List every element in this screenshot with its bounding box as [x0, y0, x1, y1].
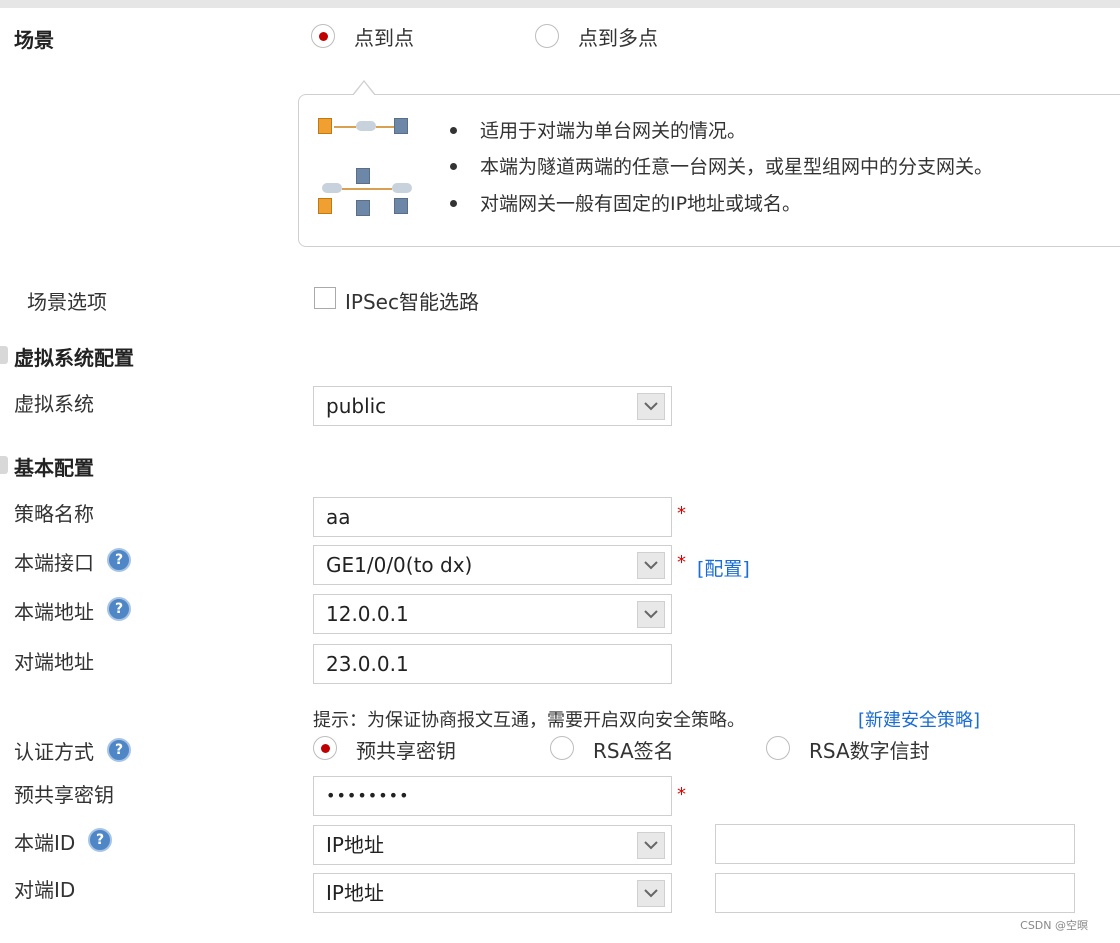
- radio-point-to-multipoint[interactable]: [535, 24, 559, 48]
- radio-rsa-signature[interactable]: [550, 736, 574, 760]
- bullet-dot: [450, 127, 457, 134]
- help-icon[interactable]: ?: [107, 738, 131, 762]
- vsys-select[interactable]: public: [313, 386, 672, 426]
- section-collapse-icon[interactable]: [0, 346, 8, 364]
- watermark: CSDN @空暝: [1020, 919, 1088, 932]
- section-collapse-icon[interactable]: [0, 456, 8, 474]
- local-interface-value: GE1/0/0(to dx): [326, 553, 473, 577]
- chevron-down-icon[interactable]: [637, 880, 665, 907]
- scene-label: 场景: [14, 28, 54, 52]
- local-id-type-select[interactable]: IP地址: [313, 825, 672, 865]
- required-mark: *: [677, 503, 686, 524]
- local-address-value: 12.0.0.1: [326, 602, 409, 626]
- ipsec-smart-route-checkbox[interactable]: [314, 287, 336, 309]
- local-interface-select[interactable]: GE1/0/0(to dx): [313, 545, 672, 585]
- required-mark: *: [677, 784, 686, 805]
- top-bar: [0, 0, 1120, 8]
- peer-address-input[interactable]: 23.0.0.1: [313, 644, 672, 684]
- peer-id-type-select[interactable]: IP地址: [313, 873, 672, 913]
- radio-point-to-point-label[interactable]: 点到点: [354, 22, 414, 51]
- radio-rsa-envelope-label[interactable]: RSA数字信封: [809, 735, 930, 764]
- peer-id-input[interactable]: [715, 873, 1075, 913]
- basic-section-title: 基本配置: [14, 456, 94, 480]
- chevron-down-icon[interactable]: [637, 601, 665, 628]
- config-link[interactable]: [配置]: [697, 554, 750, 581]
- local-address-select[interactable]: 12.0.0.1: [313, 594, 672, 634]
- chevron-down-icon[interactable]: [637, 393, 665, 420]
- radio-rsa-signature-label[interactable]: RSA签名: [593, 735, 674, 764]
- info-bullet-2: 本端为隧道两端的任意一台网关，或星型组网中的分支网关。: [480, 156, 994, 178]
- radio-point-to-multipoint-label[interactable]: 点到多点: [578, 22, 658, 51]
- help-icon[interactable]: ?: [107, 597, 131, 621]
- local-id-input[interactable]: [715, 824, 1075, 864]
- required-mark: *: [677, 552, 686, 573]
- peer-id-type-value: IP地址: [326, 881, 384, 905]
- policy-name-label: 策略名称: [14, 502, 94, 526]
- local-interface-label: 本端接口: [14, 551, 94, 575]
- psk-label: 预共享密钥: [14, 783, 114, 807]
- policy-name-value: aa: [326, 505, 351, 529]
- ipsec-smart-route-label[interactable]: IPSec智能选路: [345, 286, 479, 315]
- bullet-dot: [450, 200, 457, 207]
- help-icon[interactable]: ?: [88, 828, 112, 852]
- chevron-down-icon[interactable]: [637, 552, 665, 579]
- new-security-policy-link[interactable]: [新建安全策略]: [858, 706, 980, 732]
- radio-psk-label[interactable]: 预共享密钥: [356, 735, 456, 764]
- auth-method-label: 认证方式: [14, 740, 94, 764]
- scene-options-label: 场景选项: [27, 290, 107, 314]
- radio-rsa-envelope[interactable]: [766, 736, 790, 760]
- local-id-label: 本端ID: [14, 831, 76, 855]
- info-bullet-3: 对端网关一般有固定的IP地址或域名。: [480, 193, 802, 215]
- policy-name-input[interactable]: aa: [313, 497, 672, 537]
- virtual-system-section-title: 虚拟系统配置: [14, 346, 134, 370]
- bullet-dot: [450, 163, 457, 170]
- vsys-select-value: public: [326, 394, 387, 418]
- info-bullet-1: 适用于对端为单台网关的情况。: [480, 120, 747, 142]
- radio-psk[interactable]: [313, 736, 337, 760]
- info-caret-inner: [353, 82, 375, 96]
- psk-value: ••••••••: [326, 786, 410, 805]
- vsys-label: 虚拟系统: [14, 392, 94, 416]
- peer-address-label: 对端地址: [14, 650, 94, 674]
- local-address-label: 本端地址: [14, 600, 94, 624]
- chevron-down-icon[interactable]: [637, 832, 665, 859]
- local-id-type-value: IP地址: [326, 833, 384, 857]
- security-policy-hint: 提示：为保证协商报文互通，需要开启双向安全策略。: [313, 710, 745, 731]
- peer-address-value: 23.0.0.1: [326, 652, 409, 676]
- peer-id-label: 对端ID: [14, 878, 76, 902]
- radio-point-to-point[interactable]: [311, 24, 335, 48]
- help-icon[interactable]: ?: [107, 548, 131, 572]
- psk-input[interactable]: ••••••••: [313, 776, 672, 816]
